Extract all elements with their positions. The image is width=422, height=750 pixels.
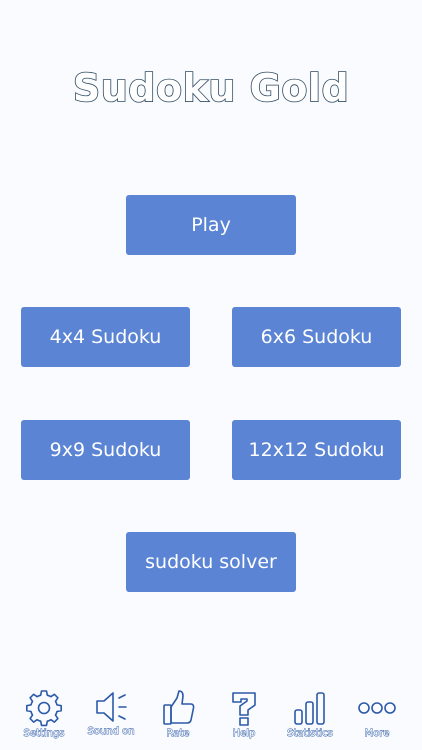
sudoku-solver-button[interactable]: sudoku solver bbox=[126, 532, 296, 592]
sudoku-9x9-button[interactable]: 9x9 Sudoku bbox=[21, 420, 190, 480]
toolbar-item-sound[interactable]: Sound on bbox=[78, 688, 144, 750]
toolbar-label-more: More bbox=[364, 728, 390, 740]
thumbs-up-icon bbox=[163, 690, 195, 725]
toolbar-label-help: Help bbox=[232, 728, 256, 740]
bar-chart-icon bbox=[294, 692, 325, 725]
sudoku-12x12-button[interactable]: 12x12 Sudoku bbox=[232, 420, 401, 480]
bottom-toolbar: Settings Sound on Rate Help Statistics M… bbox=[0, 688, 422, 750]
question-mark-icon bbox=[232, 692, 256, 726]
play-button[interactable]: Play bbox=[126, 195, 296, 255]
toolbar-item-settings[interactable]: Settings bbox=[11, 688, 77, 750]
toolbar-item-statistics[interactable]: Statistics bbox=[277, 688, 343, 750]
toolbar-label-settings: Settings bbox=[23, 728, 65, 740]
gear-icon bbox=[26, 690, 62, 727]
toolbar-item-rate[interactable]: Rate bbox=[145, 688, 211, 750]
toolbar-item-help[interactable]: Help bbox=[211, 688, 277, 750]
toolbar-label-statistics: Statistics bbox=[287, 728, 334, 740]
toolbar-label-rate: Rate bbox=[166, 728, 190, 740]
more-dots-icon bbox=[358, 702, 396, 714]
app-title: Sudoku Gold bbox=[72, 65, 350, 111]
toolbar-label-sound: Sound on bbox=[87, 726, 135, 738]
sudoku-4x4-button[interactable]: 4x4 Sudoku bbox=[21, 307, 190, 367]
toolbar-item-more[interactable]: More bbox=[344, 688, 410, 750]
sudoku-6x6-button[interactable]: 6x6 Sudoku bbox=[232, 307, 401, 367]
speaker-icon bbox=[96, 692, 127, 722]
